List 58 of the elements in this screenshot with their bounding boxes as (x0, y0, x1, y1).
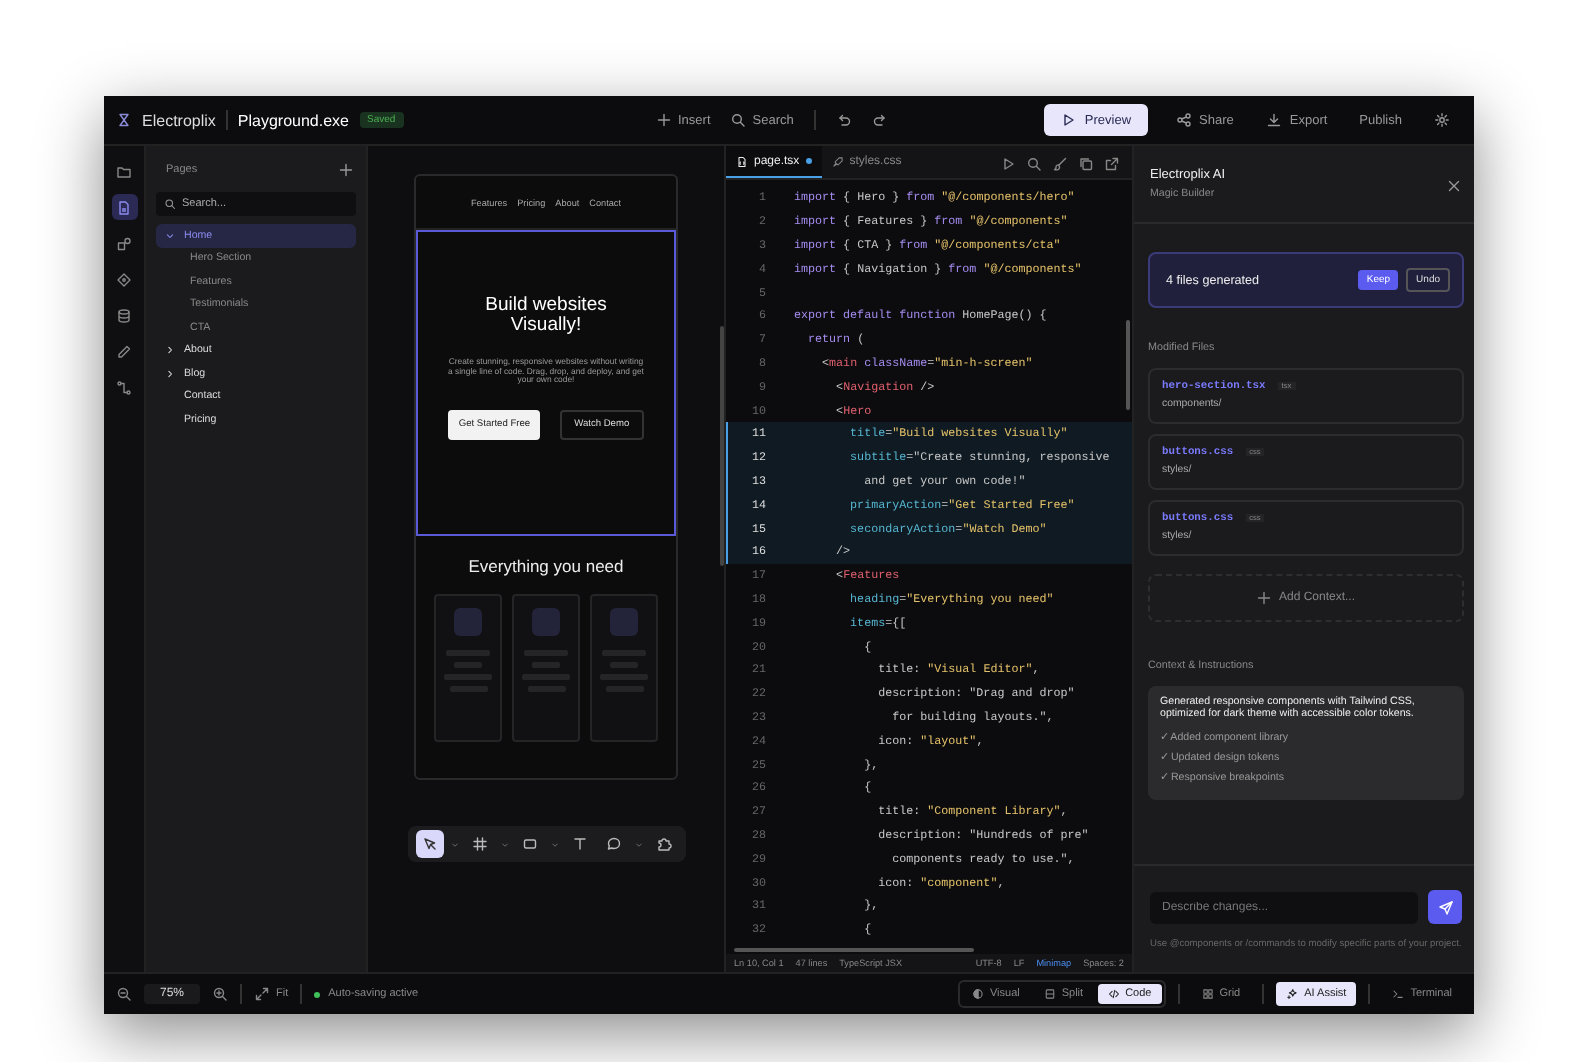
hash-icon (471, 836, 487, 852)
features-heading: Everything you need (468, 556, 624, 576)
plus-icon (1256, 590, 1273, 606)
hero-heading: Build websites Visually! (483, 296, 609, 336)
send-button[interactable] (1428, 890, 1462, 925)
code-icon (1107, 988, 1120, 1000)
undo-icon (835, 112, 852, 128)
logo-icon (116, 112, 132, 128)
scrollbar[interactable] (1126, 320, 1130, 410)
send-icon (1437, 899, 1453, 916)
app-name: Electroplix (142, 111, 216, 129)
terminal-icon (1392, 988, 1405, 1000)
settings-icon (1434, 112, 1450, 128)
diamond-icon (116, 271, 132, 287)
grid-icon (1201, 988, 1214, 1000)
puzzle-icon (655, 836, 671, 852)
pen-icon (116, 343, 132, 359)
close-icon (1446, 177, 1462, 193)
plus-icon (338, 161, 354, 177)
zoom-in-button[interactable] (212, 986, 229, 1002)
redo-icon (871, 112, 888, 128)
unsaved-dot (805, 158, 812, 164)
zoom-in-icon (212, 986, 229, 1002)
expand-icon (254, 986, 271, 1002)
scrollbar[interactable] (734, 948, 974, 952)
text-icon (571, 836, 587, 852)
zoom-out-icon (116, 986, 132, 1002)
speech-bubble-icon (605, 836, 621, 852)
file-icon (736, 155, 748, 167)
redo-button[interactable] (871, 112, 888, 128)
play-icon (1000, 155, 1016, 171)
caret-icon (164, 229, 176, 242)
folder-icon (116, 163, 132, 179)
search-icon (730, 112, 747, 128)
external-link-icon (1104, 155, 1120, 171)
share-icon (1175, 112, 1192, 128)
rectangle-icon (521, 836, 537, 852)
copy-icon (1078, 155, 1094, 171)
shapes-icon (116, 235, 132, 251)
search-icon (1026, 155, 1042, 171)
cursor-tool[interactable] (415, 830, 443, 858)
undo-button[interactable] (835, 112, 852, 128)
cursor-icon (421, 836, 437, 852)
file-name: Playground.exe (237, 111, 349, 129)
zoom-out-button[interactable] (116, 986, 132, 1002)
scrollbar[interactable] (720, 326, 724, 566)
play-icon (1060, 112, 1077, 128)
brush-icon (1052, 155, 1068, 171)
split-icon (1043, 988, 1056, 1000)
document-button[interactable] (111, 194, 137, 220)
sparkle-icon (1286, 988, 1299, 1000)
download-icon (1265, 112, 1282, 128)
search-icon (164, 198, 176, 210)
plus-icon (656, 112, 672, 128)
document-icon (116, 199, 132, 215)
circle-half-icon (971, 988, 984, 1000)
flow-icon (116, 379, 132, 395)
database-icon (116, 307, 132, 323)
